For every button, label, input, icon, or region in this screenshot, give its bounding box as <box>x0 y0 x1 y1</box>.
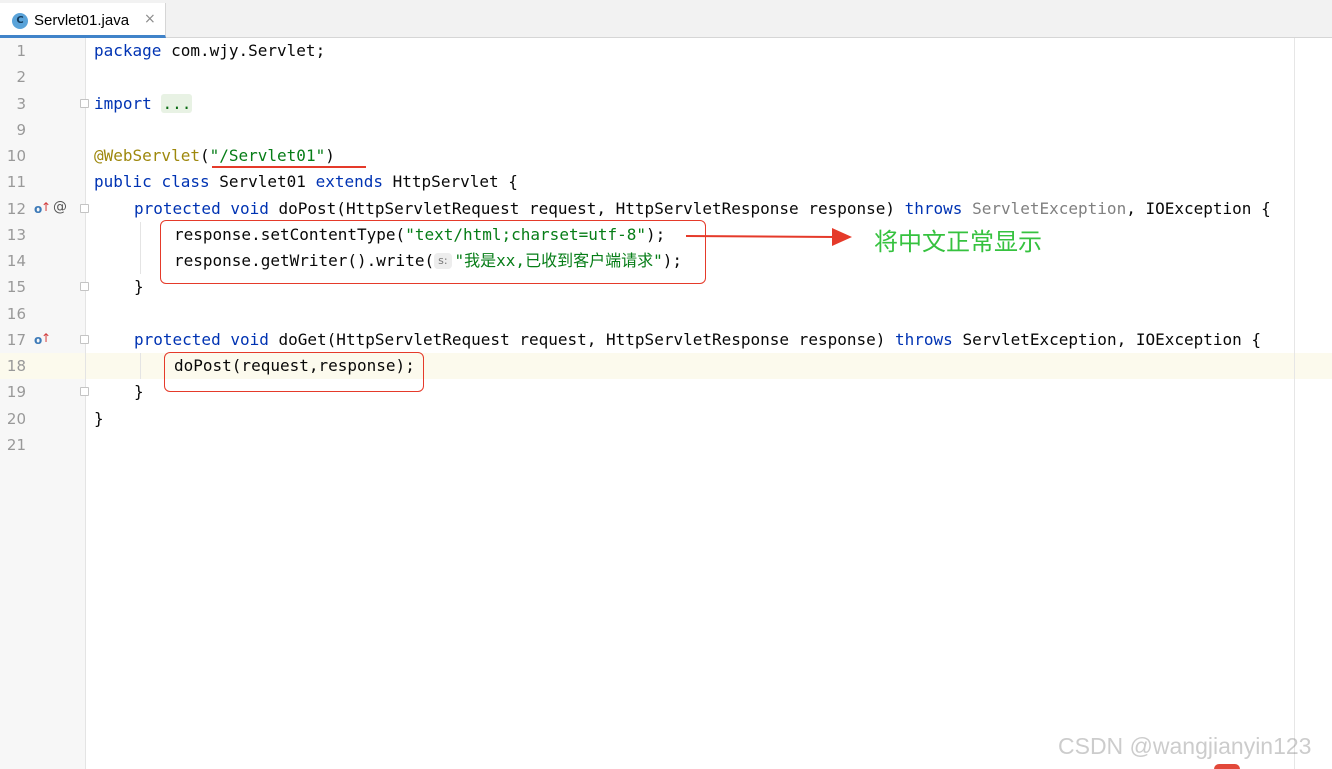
keyword: extends <box>315 172 384 191</box>
keyword: class <box>161 172 210 191</box>
string-literal: "/Servlet01" <box>209 146 326 165</box>
line-number: 12 <box>6 200 26 218</box>
line-number: 19 <box>6 383 26 401</box>
annotation-underline <box>212 166 366 168</box>
line-number: 17 <box>6 331 26 349</box>
line-number: 1 <box>16 42 26 60</box>
watermark: CSDN @wangjianyin123 <box>1058 733 1312 759</box>
fold-end-icon[interactable] <box>80 282 89 291</box>
editor-tab-bar: C Servlet01.java × <box>0 0 1332 38</box>
override-arrow-icon[interactable]: ↑ <box>41 331 51 345</box>
line-number: 18 <box>6 357 26 375</box>
keyword: protected <box>134 330 221 349</box>
decorative-mark <box>1214 764 1240 769</box>
code-text: ( <box>199 146 210 165</box>
highlight-box-dopost <box>164 352 424 392</box>
code-text: com.wjy.Servlet; <box>161 41 326 60</box>
keyword: throws <box>895 330 953 349</box>
annotation-arrow <box>685 228 852 246</box>
code-text: ) <box>325 146 335 165</box>
line-number: 10 <box>6 147 26 165</box>
keyword: void <box>230 330 269 349</box>
keyword: import <box>94 94 152 113</box>
fold-toggle-icon[interactable] <box>80 335 89 344</box>
annotation-name: @WebServlet <box>94 146 200 165</box>
line-number: 20 <box>6 410 26 428</box>
indent-guide <box>140 222 141 274</box>
code-line-12[interactable]: protected void doPost(HttpServletRequest… <box>134 196 1271 222</box>
code-line-11[interactable]: public class Servlet01 extends HttpServl… <box>94 169 518 195</box>
method-signature: doPost(HttpServletRequest request, HttpS… <box>268 199 905 218</box>
code-text: ServletException, IOException { <box>952 330 1262 349</box>
tab-servlet01-java[interactable]: C Servlet01.java × <box>0 3 166 38</box>
keyword: void <box>230 199 269 218</box>
annotation-marker-icon[interactable]: @ <box>53 200 67 214</box>
keyword: package <box>94 41 162 60</box>
code-text: , IOException { <box>1126 199 1271 218</box>
keyword: public <box>94 172 152 191</box>
line-number: 13 <box>6 226 26 244</box>
indent-guide <box>140 353 141 379</box>
code-text: HttpServlet { <box>383 172 518 191</box>
line-number: 2 <box>16 68 26 86</box>
arrow-shaft <box>685 235 837 238</box>
arrow-head <box>832 228 852 246</box>
line-number: 9 <box>16 121 26 139</box>
code-line-19[interactable]: } <box>134 379 144 405</box>
right-margin-guide <box>1294 38 1295 769</box>
annotation-label: 将中文正常显示 <box>874 228 1042 256</box>
unused-exception: ServletException <box>962 199 1127 218</box>
line-number: 16 <box>6 305 26 323</box>
line-number: 3 <box>16 95 26 113</box>
code-line-20[interactable]: } <box>94 406 104 432</box>
close-icon[interactable]: × <box>144 11 156 27</box>
fold-toggle-icon[interactable] <box>80 99 89 108</box>
line-number: 15 <box>6 278 26 296</box>
code-line-17[interactable]: protected void doGet(HttpServletRequest … <box>134 327 1261 353</box>
keyword: protected <box>134 199 221 218</box>
line-number: 11 <box>6 173 26 191</box>
line-number: 21 <box>6 436 26 454</box>
code-line-15[interactable]: } <box>134 274 144 300</box>
code-line-1[interactable]: package com.wjy.Servlet; <box>94 38 325 64</box>
override-arrow-icon[interactable]: ↑ <box>41 200 51 214</box>
keyword: throws <box>904 199 963 218</box>
method-signature: doGet(HttpServletRequest request, HttpSe… <box>268 330 896 349</box>
collapsed-imports[interactable]: ... <box>161 94 193 113</box>
class-name: Servlet01 <box>209 172 316 191</box>
code-line-3[interactable]: import ... <box>94 91 193 117</box>
java-class-icon: C <box>12 13 28 29</box>
highlight-box-charset <box>160 220 706 284</box>
tab-label: Servlet01.java <box>34 12 130 29</box>
line-number: 14 <box>6 252 26 270</box>
fold-toggle-icon[interactable] <box>80 204 89 213</box>
fold-end-icon[interactable] <box>80 387 89 396</box>
